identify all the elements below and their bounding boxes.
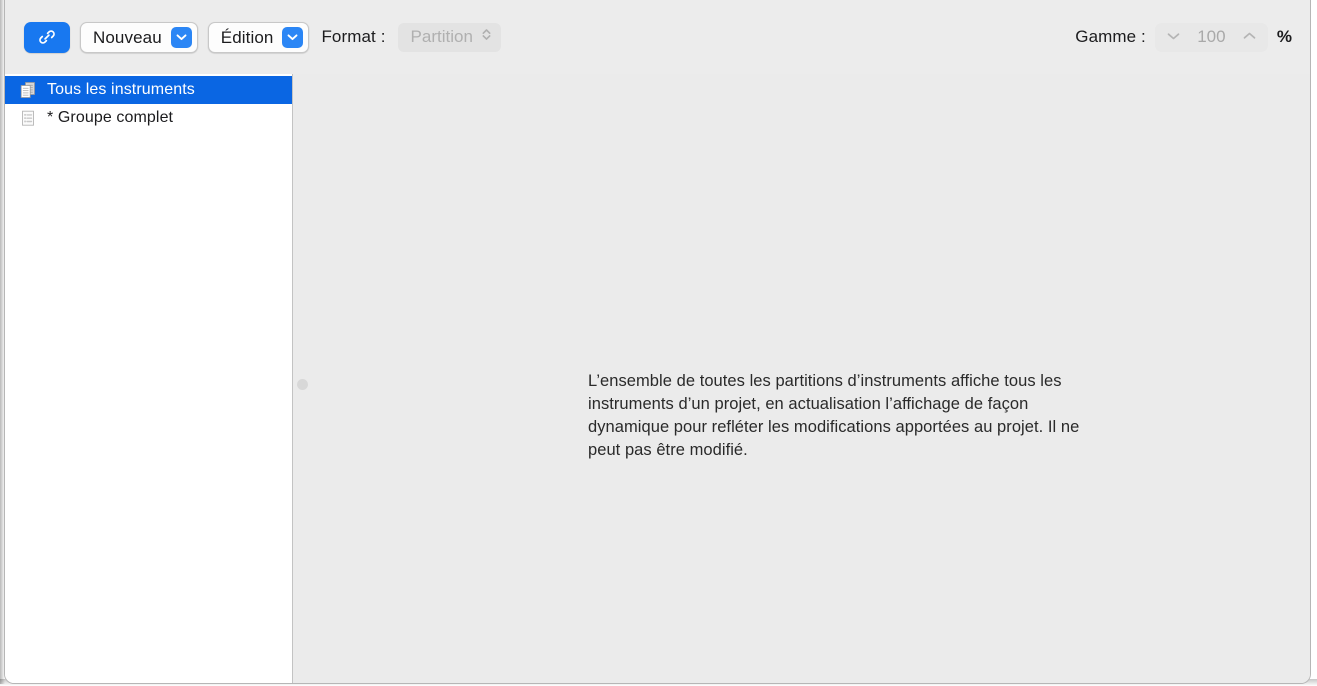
sidebar-item-all-instruments[interactable]: Tous les instruments xyxy=(5,76,292,104)
toolbar: Nouveau Édition Format : Partition Gamme… xyxy=(5,0,1310,74)
sidebar-item-label: * Groupe complet xyxy=(47,109,174,126)
single-score-page-icon xyxy=(18,108,38,128)
main-split-view: Tous les instruments * Groupe complet L’… xyxy=(5,74,1310,683)
new-part-button[interactable]: Nouveau xyxy=(80,21,198,53)
toolbar-right-group: Gamme : 100 % xyxy=(1075,22,1292,52)
chevron-up-icon[interactable] xyxy=(1242,28,1257,46)
chevron-up-down-icon xyxy=(481,27,492,47)
format-popup-button[interactable]: Partition xyxy=(397,22,501,52)
new-part-button-label: Nouveau xyxy=(93,27,162,47)
empty-state-description: L’ensemble de toutes les partitions d’in… xyxy=(588,372,1080,459)
parts-sidebar: Tous les instruments * Groupe complet xyxy=(5,74,293,683)
multi-score-pages-icon xyxy=(18,80,38,100)
format-popup-value: Partition xyxy=(410,27,473,46)
chevron-down-icon[interactable] xyxy=(1166,28,1181,46)
toolbar-left-group: Nouveau Édition Format : Partition xyxy=(24,21,501,53)
score-editor-window: Nouveau Édition Format : Partition Gamme… xyxy=(4,0,1311,684)
scale-label: Gamme : xyxy=(1075,27,1146,46)
edit-menu-button[interactable]: Édition xyxy=(207,21,310,53)
percent-label: % xyxy=(1276,27,1292,46)
scale-stepper-value[interactable]: 100 xyxy=(1193,27,1229,47)
pane-resize-handle[interactable] xyxy=(297,379,308,390)
format-label: Format : xyxy=(321,27,386,46)
chevron-down-icon[interactable] xyxy=(282,26,304,48)
chevron-down-icon[interactable] xyxy=(170,26,192,48)
edit-menu-button-label: Édition xyxy=(220,27,274,47)
scale-stepper[interactable]: 100 xyxy=(1154,22,1268,52)
link-toggle-button[interactable] xyxy=(24,21,70,53)
score-content-pane: L’ensemble de toutes les partitions d’in… xyxy=(293,74,1310,683)
sidebar-item-label: Tous les instruments xyxy=(47,81,195,98)
sidebar-item-full-group[interactable]: * Groupe complet xyxy=(5,104,292,132)
link-chain-icon xyxy=(36,26,58,48)
